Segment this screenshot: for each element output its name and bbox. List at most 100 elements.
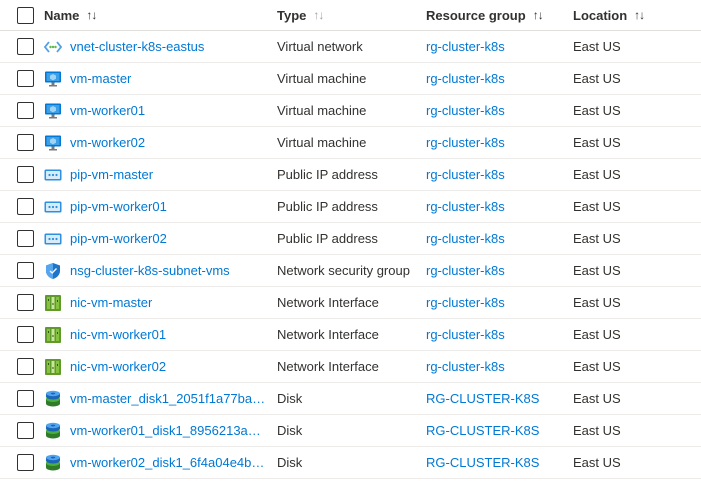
resource-group-link[interactable]: rg-cluster-k8s — [426, 231, 505, 246]
resource-type: Network Interface — [277, 295, 379, 310]
resource-type: Network Interface — [277, 327, 379, 342]
resource-type: Disk — [277, 455, 303, 470]
resource-location: East US — [573, 167, 621, 182]
table-row: pip-vm-master Public IP address rg-clust… — [0, 159, 701, 191]
resource-name-link[interactable]: nic-vm-worker02 — [70, 359, 166, 374]
resource-group-link[interactable]: RG-CLUSTER-K8S — [426, 391, 539, 406]
table-row: vm-master Virtual machine rg-cluster-k8s… — [0, 63, 701, 95]
resource-name-link[interactable]: vm-worker01_disk1_8956213a3e… — [70, 423, 266, 438]
network-security-group-icon — [44, 262, 62, 280]
resource-type: Virtual network — [277, 39, 363, 54]
resource-name-link[interactable]: pip-vm-worker02 — [70, 231, 167, 246]
row-select-checkbox[interactable] — [17, 166, 34, 183]
resource-name-link[interactable]: vm-worker01 — [70, 103, 145, 118]
resource-name-link[interactable]: nic-vm-worker01 — [70, 327, 166, 342]
column-header-label: Location — [573, 7, 628, 23]
resource-name-link[interactable]: vm-master_disk1_2051f1a77bad… — [70, 391, 266, 406]
column-header-resource-group[interactable]: Resource group ↑↓ — [426, 0, 566, 30]
resource-location: East US — [573, 103, 621, 118]
resource-location: East US — [573, 455, 621, 470]
table-row: vm-master_disk1_2051f1a77bad… Disk RG-CL… — [0, 383, 701, 415]
row-select-checkbox[interactable] — [17, 198, 34, 215]
resource-type: Network security group — [277, 263, 410, 278]
resource-location: East US — [573, 327, 621, 342]
grid-body: vnet-cluster-k8s-eastus Virtual network … — [0, 31, 701, 479]
public-ip-icon — [44, 198, 62, 216]
network-interface-icon — [44, 358, 62, 376]
resource-group-link[interactable]: rg-cluster-k8s — [426, 359, 505, 374]
table-row: vnet-cluster-k8s-eastus Virtual network … — [0, 31, 701, 63]
row-select-checkbox[interactable] — [17, 38, 34, 55]
resource-name-link[interactable]: vm-worker02 — [70, 135, 145, 150]
table-row: vm-worker01 Virtual machine rg-cluster-k… — [0, 95, 701, 127]
column-header-label: Resource group — [426, 7, 526, 23]
resource-location: East US — [573, 199, 621, 214]
resource-group-link[interactable]: rg-cluster-k8s — [426, 167, 505, 182]
column-header-location[interactable]: Location ↑↓ — [573, 0, 693, 30]
table-row: nic-vm-worker02 Network Interface rg-clu… — [0, 351, 701, 383]
resource-location: East US — [573, 39, 621, 54]
resource-location: East US — [573, 295, 621, 310]
resource-type: Disk — [277, 423, 303, 438]
row-select-checkbox[interactable] — [17, 326, 34, 343]
resource-name-link[interactable]: vm-master — [70, 71, 131, 86]
table-row: pip-vm-worker02 Public IP address rg-clu… — [0, 223, 701, 255]
table-row: nic-vm-master Network Interface rg-clust… — [0, 287, 701, 319]
virtual-machine-icon — [44, 70, 62, 88]
resource-location: East US — [573, 135, 621, 150]
resource-type: Public IP address — [277, 167, 378, 182]
virtual-machine-icon — [44, 134, 62, 152]
resource-name-link[interactable]: nsg-cluster-k8s-subnet-vms — [70, 263, 230, 278]
row-select-checkbox[interactable] — [17, 230, 34, 247]
network-interface-icon — [44, 294, 62, 312]
resource-group-link[interactable]: rg-cluster-k8s — [426, 135, 505, 150]
disk-icon — [44, 454, 62, 472]
resource-type: Public IP address — [277, 199, 378, 214]
row-select-checkbox[interactable] — [17, 422, 34, 439]
table-row: pip-vm-worker01 Public IP address rg-clu… — [0, 191, 701, 223]
grid-header-row: Name ↑↓ Type ↑↓ Resource group ↑↓ Locati… — [0, 0, 701, 31]
resource-name-link[interactable]: pip-vm-worker01 — [70, 199, 167, 214]
row-select-checkbox[interactable] — [17, 454, 34, 471]
resource-location: East US — [573, 231, 621, 246]
column-header-name[interactable]: Name ↑↓ — [44, 0, 266, 30]
network-interface-icon — [44, 326, 62, 344]
resource-group-link[interactable]: rg-cluster-k8s — [426, 263, 505, 278]
resource-type: Network Interface — [277, 359, 379, 374]
resource-group-link[interactable]: rg-cluster-k8s — [426, 71, 505, 86]
table-row: vm-worker02 Virtual machine rg-cluster-k… — [0, 127, 701, 159]
resource-group-link[interactable]: RG-CLUSTER-K8S — [426, 455, 539, 470]
resource-group-link[interactable]: rg-cluster-k8s — [426, 327, 505, 342]
public-ip-icon — [44, 230, 62, 248]
row-select-checkbox[interactable] — [17, 294, 34, 311]
resource-name-link[interactable]: nic-vm-master — [70, 295, 152, 310]
resource-name-link[interactable]: vnet-cluster-k8s-eastus — [70, 39, 204, 54]
sort-arrows-icon[interactable]: ↑↓ — [86, 8, 97, 22]
table-row: vm-worker01_disk1_8956213a3e… Disk RG-CL… — [0, 415, 701, 447]
sort-arrows-icon[interactable]: ↑↓ — [634, 8, 645, 22]
sort-arrows-icon[interactable]: ↑↓ — [313, 8, 324, 22]
resource-type: Virtual machine — [277, 103, 367, 118]
public-ip-icon — [44, 166, 62, 184]
resource-group-link[interactable]: rg-cluster-k8s — [426, 39, 505, 54]
resource-name-link[interactable]: vm-worker02_disk1_6f4a04e4bd… — [70, 455, 266, 470]
resource-name-link[interactable]: pip-vm-master — [70, 167, 153, 182]
row-select-checkbox[interactable] — [17, 102, 34, 119]
resource-group-link[interactable]: rg-cluster-k8s — [426, 295, 505, 310]
resource-group-link[interactable]: RG-CLUSTER-K8S — [426, 423, 539, 438]
row-select-checkbox[interactable] — [17, 262, 34, 279]
row-select-checkbox[interactable] — [17, 134, 34, 151]
resource-location: East US — [573, 391, 621, 406]
column-header-label: Name — [44, 7, 80, 23]
column-header-type[interactable]: Type ↑↓ — [277, 0, 417, 30]
sort-arrows-icon[interactable]: ↑↓ — [533, 8, 544, 22]
row-select-checkbox[interactable] — [17, 70, 34, 87]
virtual-network-icon — [44, 38, 62, 56]
row-select-checkbox[interactable] — [17, 358, 34, 375]
row-select-checkbox[interactable] — [17, 390, 34, 407]
select-all-checkbox[interactable] — [17, 6, 34, 24]
virtual-machine-icon — [44, 102, 62, 120]
resource-group-link[interactable]: rg-cluster-k8s — [426, 103, 505, 118]
table-row: nsg-cluster-k8s-subnet-vms Network secur… — [0, 255, 701, 287]
resource-group-link[interactable]: rg-cluster-k8s — [426, 199, 505, 214]
